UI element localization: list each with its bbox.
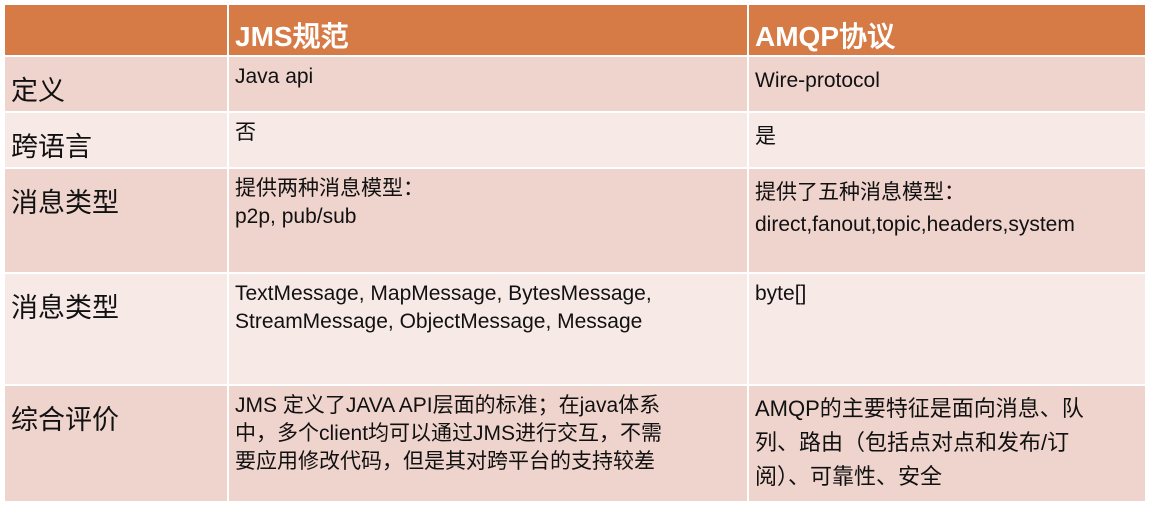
- table-row: 消息类型 TextMessage, MapMessage, BytesMessa…: [5, 274, 1145, 386]
- cell-line: Java api: [235, 65, 314, 88]
- cell-line: 是: [755, 125, 776, 148]
- amqp-cell: AMQP的主要特征是面向消息、队 列、路由（包括点对点和发布/订 阅）、可靠性、…: [749, 386, 1145, 503]
- table-row: 综合评价 JMS 定义了JAVA API层面的标准；在java体系 中，多个cl…: [5, 386, 1145, 503]
- cell-line: 中，多个client均可以通过JMS进行交互，不需: [235, 422, 663, 445]
- cell-line: byte[]: [755, 282, 807, 305]
- header-amqp: AMQP协议: [749, 5, 1145, 57]
- cell-line: Wire-protocol: [755, 69, 880, 92]
- jms-cell: JMS 定义了JAVA API层面的标准；在java体系 中，多个client均…: [229, 386, 749, 503]
- jms-cell: 否: [229, 113, 749, 169]
- jms-cell: Java api: [229, 57, 749, 113]
- cell-line: direct,fanout,topic,headers,system: [755, 213, 1075, 236]
- row-label: 跨语言: [5, 113, 229, 169]
- row-label: 综合评价: [5, 386, 229, 503]
- amqp-cell: Wire-protocol: [749, 57, 1145, 113]
- header-empty: [5, 5, 229, 57]
- cell-line: 否: [235, 121, 256, 144]
- cell-line: 列、路由（包括点对点和发布/订: [755, 430, 1070, 455]
- jms-cell: 提供两种消息模型： p2p, pub/sub: [229, 169, 749, 274]
- table-row: 消息类型 提供两种消息模型： p2p, pub/sub 提供了五种消息模型： d…: [5, 169, 1145, 274]
- cell-line: StreamMessage, ObjectMessage, Message: [235, 310, 643, 333]
- row-label: 消息类型: [5, 169, 229, 274]
- row-label: 定义: [5, 57, 229, 113]
- table-row: 跨语言 否 是: [5, 113, 1145, 169]
- amqp-cell: 是: [749, 113, 1145, 169]
- header-row: JMS规范 AMQP协议: [5, 5, 1145, 57]
- cell-line: 提供了五种消息模型：: [755, 181, 965, 204]
- amqp-cell: 提供了五种消息模型： direct,fanout,topic,headers,s…: [749, 169, 1145, 274]
- cell-line: 提供两种消息模型：: [235, 177, 424, 200]
- row-label: 消息类型: [5, 274, 229, 386]
- cell-line: TextMessage, MapMessage, BytesMessage,: [235, 282, 652, 305]
- cell-line: 阅）、可靠性、安全: [755, 464, 943, 489]
- comparison-table: JMS规范 AMQP协议 定义 Java api Wire-protocol 跨…: [5, 5, 1145, 503]
- table-row: 定义 Java api Wire-protocol: [5, 57, 1145, 113]
- cell-line: p2p, pub/sub: [235, 205, 357, 228]
- cell-line: JMS 定义了JAVA API层面的标准；在java体系: [235, 394, 661, 417]
- header-jms: JMS规范: [229, 5, 749, 57]
- amqp-cell: byte[]: [749, 274, 1145, 386]
- jms-cell: TextMessage, MapMessage, BytesMessage, S…: [229, 274, 749, 386]
- cell-line: AMQP的主要特征是面向消息、队: [755, 396, 1084, 421]
- cell-line: 要应用修改代码，但是其对跨平台的支持较差: [235, 450, 655, 473]
